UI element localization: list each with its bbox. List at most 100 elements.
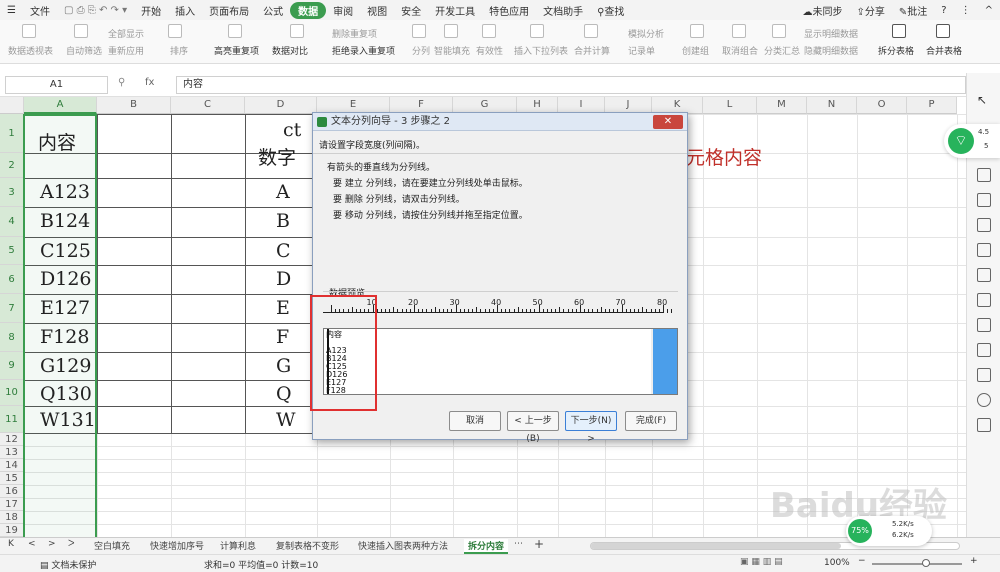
- tab-start[interactable]: 开始: [134, 3, 168, 18]
- finish-button[interactable]: 完成(F): [625, 411, 677, 431]
- cell-d-value[interactable]: G: [276, 357, 291, 376]
- row-header[interactable]: 5: [0, 237, 24, 265]
- column-header[interactable]: B: [97, 97, 171, 114]
- wifi-widget[interactable]: ⌔ 4.5 5: [944, 124, 1000, 158]
- protect-status[interactable]: ▤ 文档未保护: [40, 558, 96, 571]
- cell-d-value[interactable]: F: [276, 328, 289, 347]
- smart-fill-button[interactable]: 智能填充: [434, 44, 470, 57]
- highlight-dup-button[interactable]: 高亮重复项: [214, 44, 259, 57]
- reject-dup-button[interactable]: 拒绝录入重复项: [332, 44, 395, 57]
- row-header[interactable]: 10: [0, 380, 24, 406]
- merge-table-button[interactable]: 合并表格: [926, 44, 962, 57]
- split-button[interactable]: 分列: [412, 44, 430, 57]
- formula-input[interactable]: 内容: [176, 76, 966, 94]
- sync-status[interactable]: ☁未同步: [796, 3, 850, 18]
- fx-label[interactable]: fx: [145, 77, 154, 88]
- back-button[interactable]: < 上一步(B): [507, 411, 559, 444]
- simulate-button[interactable]: 模拟分析: [628, 27, 664, 40]
- cell-d-value[interactable]: C: [276, 242, 291, 261]
- sheet-tab[interactable]: 快速插入图表两种方法: [358, 539, 448, 552]
- cell-a-value[interactable]: W131: [40, 411, 96, 430]
- cell-d-value[interactable]: Q: [276, 385, 292, 404]
- cell-a-value[interactable]: G129: [40, 357, 91, 376]
- column-header[interactable]: O: [857, 97, 907, 114]
- column-header[interactable]: M: [757, 97, 807, 114]
- cell-a-value[interactable]: Q130: [40, 385, 92, 404]
- cell-a-value[interactable]: E127: [40, 299, 90, 318]
- view-mode-icons[interactable]: ▣ ▦ ▥ ▤: [740, 557, 783, 567]
- cell-a-value[interactable]: C125: [40, 242, 91, 261]
- cell-a-value[interactable]: F128: [40, 328, 89, 347]
- tab-doc-helper[interactable]: 文档助手: [536, 3, 590, 18]
- search-button[interactable]: ⚲查找: [590, 3, 631, 18]
- cell-a-value[interactable]: B124: [40, 212, 90, 231]
- shield-icon[interactable]: [977, 368, 991, 382]
- comment-button[interactable]: ✎批注: [892, 3, 934, 18]
- preview-scrollbar[interactable]: [651, 329, 677, 394]
- tab-insert[interactable]: 插入: [168, 3, 202, 18]
- column-header[interactable]: A: [24, 97, 97, 114]
- cell-a-value[interactable]: A123: [40, 183, 90, 202]
- tab-formula[interactable]: 公式: [256, 3, 290, 18]
- hide-detail-button[interactable]: 隐藏明细数据: [804, 44, 858, 57]
- panel-icon[interactable]: [977, 168, 991, 182]
- ungroup-button[interactable]: 取消组合: [722, 44, 758, 57]
- cell-d2[interactable]: 数字: [258, 149, 296, 168]
- row-header[interactable]: 9: [0, 352, 24, 380]
- sliders-icon[interactable]: [977, 218, 991, 232]
- file-menu[interactable]: 文件: [23, 3, 57, 18]
- scroll-thumb[interactable]: [653, 329, 677, 394]
- box-icon[interactable]: [977, 343, 991, 357]
- sheet-tab[interactable]: 计算利息: [220, 539, 256, 552]
- cell-overflow-text[interactable]: 元格内容: [686, 149, 762, 168]
- dropdown-button[interactable]: 插入下拉列表: [514, 44, 568, 57]
- row-header[interactable]: 11: [0, 406, 24, 433]
- menu-icon[interactable]: ☰: [0, 5, 23, 16]
- consolidate-button[interactable]: 合并计算: [574, 44, 610, 57]
- add-sheet-icon[interactable]: +: [534, 537, 544, 551]
- row-header[interactable]: 2: [0, 153, 24, 178]
- row-header[interactable]: 3: [0, 178, 24, 207]
- reapply-button[interactable]: 重新应用: [108, 44, 144, 57]
- more-icon[interactable]: ⋮: [954, 5, 978, 16]
- grid-icon[interactable]: [977, 193, 991, 207]
- split-table-button[interactable]: 拆分表格: [878, 44, 914, 57]
- row-header[interactable]: 16: [0, 485, 24, 498]
- zoom-in-icon[interactable]: +: [970, 556, 978, 566]
- row-header[interactable]: 7: [0, 294, 24, 323]
- prev-sheet-icon[interactable]: <: [28, 539, 36, 549]
- pivot-button[interactable]: 数据透视表: [8, 44, 53, 57]
- column-header[interactable]: C: [171, 97, 245, 114]
- monitor-icon[interactable]: [977, 318, 991, 332]
- column-header[interactable]: L: [703, 97, 757, 114]
- zoom-formula-icon[interactable]: ⚲: [118, 77, 125, 88]
- tab-security[interactable]: 安全: [394, 3, 428, 18]
- cell-d-value[interactable]: B: [276, 212, 290, 231]
- zoom-slider[interactable]: [872, 559, 962, 567]
- show-all-button[interactable]: 全部显示: [108, 27, 144, 40]
- tab-features[interactable]: 特色应用: [482, 3, 536, 18]
- row-header[interactable]: 13: [0, 446, 24, 459]
- pin-icon[interactable]: [977, 293, 991, 307]
- tab-layout[interactable]: 页面布局: [202, 3, 256, 18]
- table-icon[interactable]: [977, 243, 991, 257]
- validity-button[interactable]: 有效性: [476, 44, 503, 57]
- row-header[interactable]: 14: [0, 459, 24, 472]
- zoom-thumb[interactable]: [922, 559, 930, 567]
- close-button[interactable]: ✕: [653, 115, 683, 129]
- tab-view[interactable]: 视图: [360, 3, 394, 18]
- show-detail-button[interactable]: 显示明细数据: [804, 27, 858, 40]
- next-button[interactable]: 下一步(N) >: [565, 411, 617, 444]
- sheet-tab[interactable]: 快速增加序号: [150, 539, 204, 552]
- quick-tools[interactable]: ▢ ⎙ ⎘ ↶ ↷ ▾: [57, 5, 134, 16]
- cell-d-value[interactable]: D: [276, 270, 291, 289]
- help-icon[interactable]: ?: [934, 5, 953, 16]
- cell-d-value[interactable]: A: [276, 183, 290, 202]
- column-header[interactable]: P: [907, 97, 957, 114]
- clock-icon[interactable]: [977, 393, 991, 407]
- row-header[interactable]: 8: [0, 323, 24, 352]
- tab-developer[interactable]: 开发工具: [428, 3, 482, 18]
- zoom-level[interactable]: 100%: [824, 558, 850, 568]
- remove-dup-button[interactable]: 删除重复项: [332, 27, 377, 40]
- sheet-tab[interactable]: 空白填充: [94, 539, 130, 552]
